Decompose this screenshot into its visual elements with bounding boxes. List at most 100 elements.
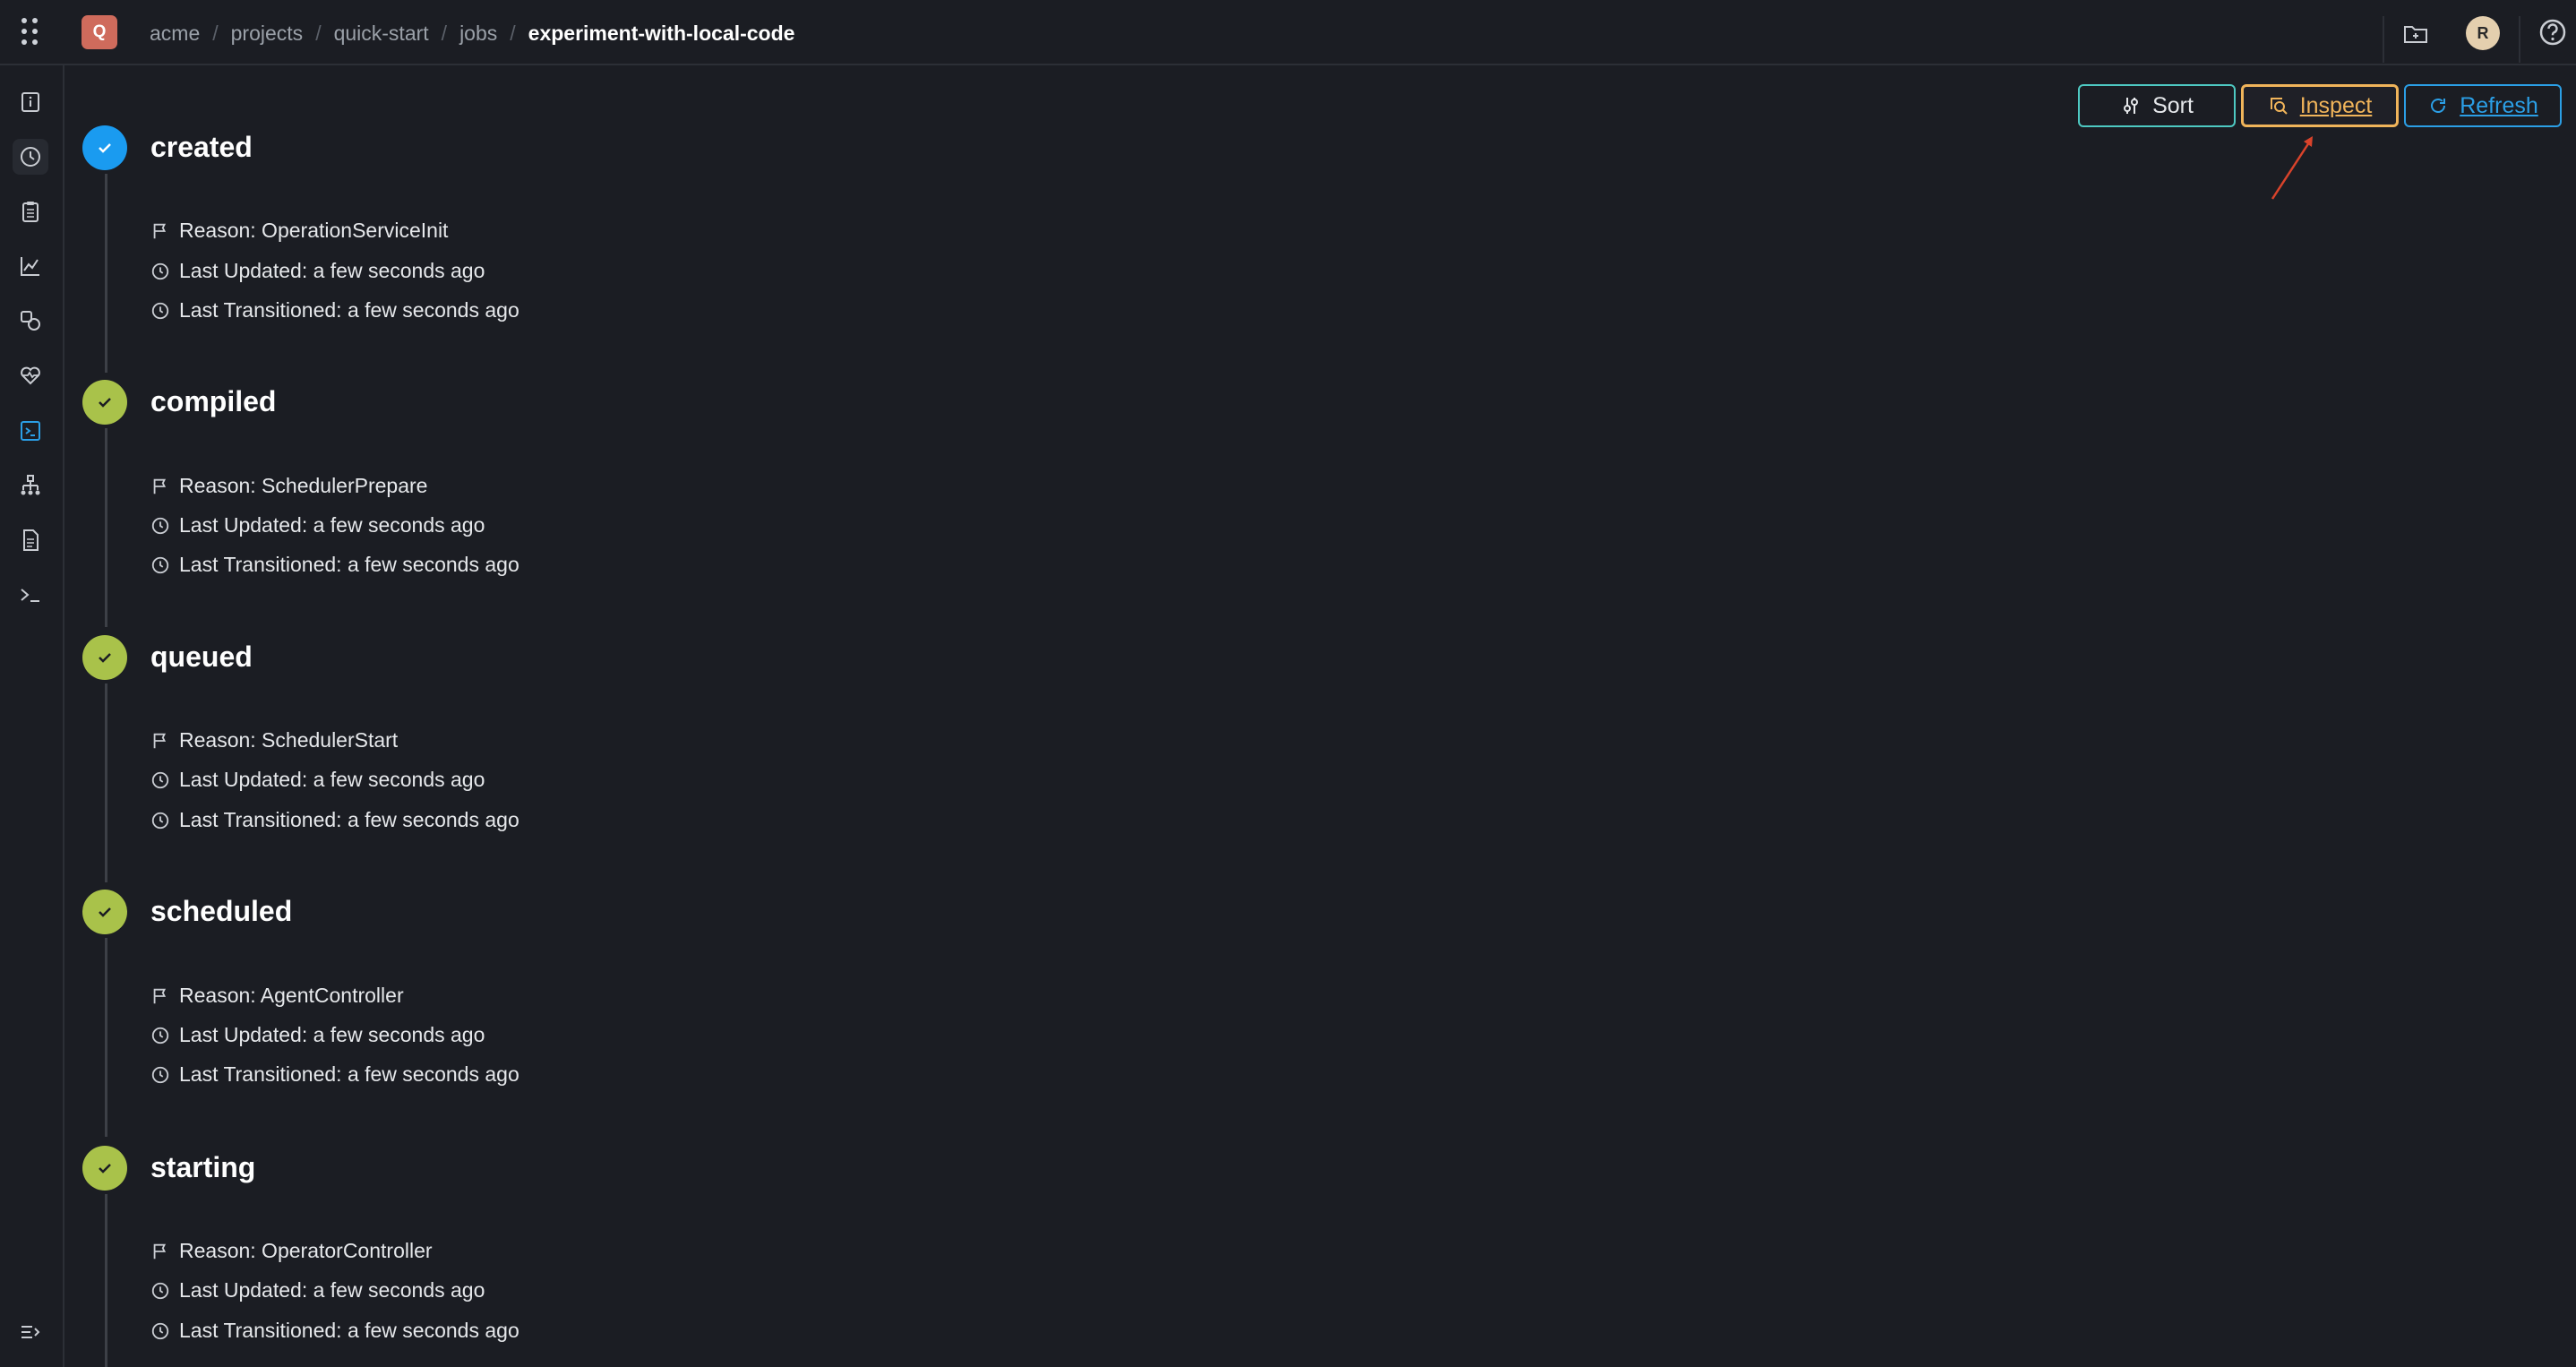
stage-last-transitioned-text: Last Transitioned: a few seconds ago <box>179 1062 519 1086</box>
sidebar-item-console[interactable] <box>13 413 48 449</box>
timeline-connector <box>105 938 107 1137</box>
clock-icon <box>151 262 169 279</box>
flag-icon <box>153 478 167 494</box>
stage-last-updated: Last Updated: a few seconds ago <box>150 1278 485 1303</box>
flag-icon <box>153 733 167 748</box>
refresh-button[interactable]: Refresh <box>2404 84 2562 127</box>
clock-icon <box>151 1066 169 1083</box>
timeline-connector <box>105 428 107 627</box>
stage-last-transitioned-text: Last Transitioned: a few seconds ago <box>179 1319 519 1342</box>
document-icon <box>23 529 39 551</box>
apps-menu-icon[interactable] <box>18 16 41 48</box>
stage-title: created <box>150 131 253 163</box>
collapse-menu-icon <box>21 1326 40 1338</box>
clock-icon <box>151 517 169 534</box>
stage-last-transitioned-text: Last Transitioned: a few seconds ago <box>179 808 519 831</box>
clipboard-icon <box>22 202 39 222</box>
stage-reason-text: Reason: SchedulerStart <box>179 728 399 752</box>
shapes-icon <box>21 311 40 331</box>
help-icon[interactable] <box>2537 17 2568 47</box>
breadcrumb-jobs[interactable]: jobs <box>459 21 497 46</box>
stage-last-transitioned: Last Transitioned: a few seconds ago <box>150 1319 519 1343</box>
sliders-icon <box>2124 98 2139 114</box>
sidebar-item-health[interactable] <box>13 357 48 393</box>
timeline-connector <box>105 1194 107 1367</box>
stage-last-updated-text: Last Updated: a few seconds ago <box>179 768 485 791</box>
breadcrumb: acme / projects / quick-start / jobs / e… <box>150 18 794 48</box>
stage-last-updated-text: Last Updated: a few seconds ago <box>179 1023 485 1046</box>
stage-reason: Reason: SchedulerStart <box>150 728 398 752</box>
stage-last-updated: Last Updated: a few seconds ago <box>150 259 485 283</box>
sidebar-item-clipboard[interactable] <box>13 193 48 229</box>
stage-last-transitioned: Last Transitioned: a few seconds ago <box>150 808 519 832</box>
stage-reason: Reason: OperationServiceInit <box>150 219 448 243</box>
sidebar-item-terminal[interactable] <box>13 577 48 613</box>
timeline-stage-scheduled: scheduled Reason: AgentController Last U… <box>82 890 889 1146</box>
check-icon <box>82 380 127 425</box>
timeline-stage-created: created Reason: OperationServiceInit Las… <box>82 125 889 380</box>
avatar[interactable]: R <box>2466 16 2500 50</box>
stage-last-transitioned-text: Last Transitioned: a few seconds ago <box>179 553 519 576</box>
folder-icon[interactable] <box>2402 21 2429 47</box>
check-icon <box>82 635 127 680</box>
info-icon <box>21 92 39 112</box>
flag-icon <box>153 988 167 1003</box>
stage-reason-text: Reason: OperatorController <box>179 1239 433 1262</box>
status-timeline: created Reason: OperationServiceInit Las… <box>82 125 1157 1367</box>
stage-last-updated-text: Last Updated: a few seconds ago <box>179 259 485 282</box>
clock-icon <box>151 1282 169 1299</box>
check-icon <box>82 125 127 170</box>
stage-reason-text: Reason: SchedulerPrepare <box>179 474 428 497</box>
terminal-square-icon <box>21 421 40 441</box>
breadcrumb-separator: / <box>315 21 322 45</box>
stage-last-transitioned: Last Transitioned: a few seconds ago <box>150 1062 519 1087</box>
project-badge[interactable]: Q <box>82 15 117 49</box>
breadcrumb-separator: / <box>510 21 516 45</box>
stage-last-updated: Last Updated: a few seconds ago <box>150 513 485 537</box>
breadcrumb-separator: / <box>441 21 448 45</box>
clock-icon <box>151 771 169 788</box>
timeline-stage-compiled: compiled Reason: SchedulerPrepare Last U… <box>82 380 889 635</box>
stage-title: queued <box>150 641 253 673</box>
sidebar-item-docs[interactable] <box>13 522 48 558</box>
refresh-icon <box>2431 99 2446 113</box>
timeline-stage-queued: queued Reason: SchedulerStart Last Updat… <box>82 635 889 890</box>
sidebar-item-lineage[interactable] <box>13 468 48 503</box>
stage-last-updated-text: Last Updated: a few seconds ago <box>179 1278 485 1302</box>
inspect-button-label: Inspect <box>2299 92 2373 118</box>
clock-icon <box>151 556 169 573</box>
stage-last-transitioned: Last Transitioned: a few seconds ago <box>150 298 519 322</box>
sidebar <box>0 65 64 1367</box>
stage-last-updated: Last Updated: a few seconds ago <box>150 768 485 792</box>
timeline-stage-starting: starting Reason: OperatorController Last… <box>82 1146 889 1367</box>
clock-icon <box>151 302 169 319</box>
divider <box>2519 16 2520 63</box>
stage-last-updated-text: Last Updated: a few seconds ago <box>179 513 485 537</box>
inspect-icon <box>2270 98 2288 115</box>
sidebar-item-history[interactable] <box>13 139 48 175</box>
inspect-button[interactable]: Inspect <box>2241 84 2399 127</box>
breadcrumb-projects[interactable]: projects <box>231 21 304 46</box>
sort-button[interactable]: Sort <box>2078 84 2236 127</box>
stage-reason: Reason: SchedulerPrepare <box>150 474 427 498</box>
check-icon <box>82 1146 127 1191</box>
divider <box>2383 16 2384 63</box>
stage-reason: Reason: AgentController <box>150 984 404 1008</box>
sidebar-collapse-button[interactable] <box>13 1314 48 1350</box>
terminal-icon <box>21 589 39 602</box>
breadcrumb-current: experiment-with-local-code <box>528 21 795 45</box>
refresh-button-label: Refresh <box>2460 92 2538 118</box>
top-bar: Q acme / projects / quick-start / jobs /… <box>0 0 2576 65</box>
chart-icon <box>21 257 39 276</box>
stage-title: scheduled <box>150 895 293 927</box>
breadcrumb-org[interactable]: acme <box>150 21 200 46</box>
stage-last-transitioned-text: Last Transitioned: a few seconds ago <box>179 298 519 322</box>
clock-icon <box>151 1027 169 1044</box>
sidebar-item-shapes[interactable] <box>13 303 48 339</box>
stage-title: compiled <box>150 385 277 417</box>
breadcrumb-separator: / <box>212 21 219 45</box>
stage-reason-text: Reason: OperationServiceInit <box>179 219 449 242</box>
sidebar-item-chart[interactable] <box>13 248 48 284</box>
breadcrumb-project[interactable]: quick-start <box>334 21 429 46</box>
sidebar-item-info[interactable] <box>13 84 48 120</box>
